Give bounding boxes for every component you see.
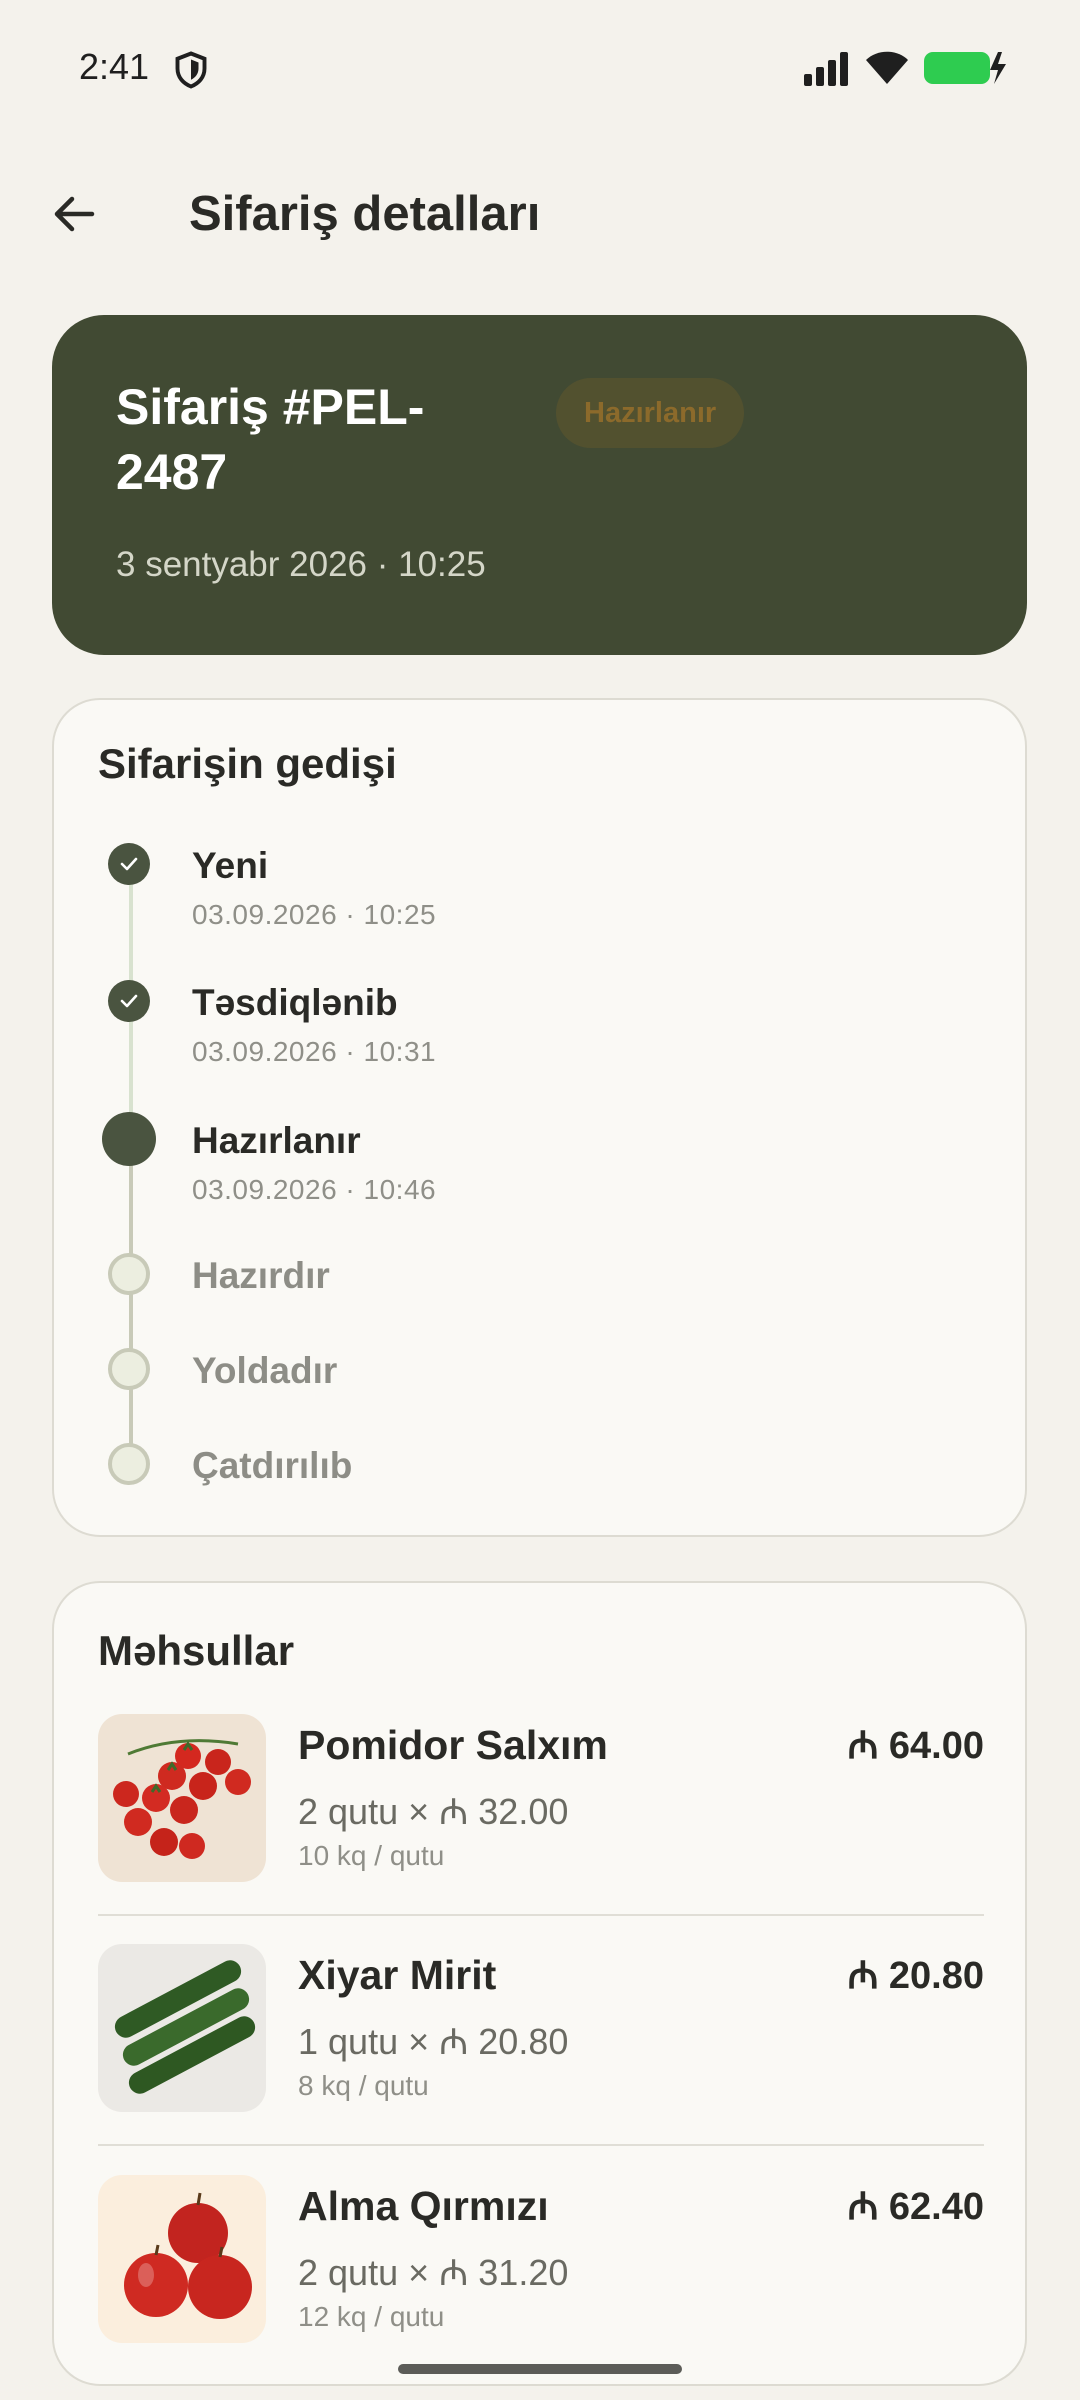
arrow-left-icon	[54, 196, 95, 232]
product-quantity: 2 qutu × ₼ 32.00	[298, 1791, 569, 1832]
status-badge: Hazırlanır	[556, 378, 745, 448]
product-price: ₼ 20.80	[847, 1955, 984, 1997]
status-time: 2:41	[79, 46, 150, 87]
tomato-image	[98, 1714, 266, 1882]
products-title: Məhsullar	[98, 1627, 295, 1674]
product-name: Xiyar Mirit	[298, 1952, 497, 1998]
order-date: 3 sentyabr 2026 · 10:25	[116, 545, 486, 584]
divider	[98, 1914, 984, 1916]
shield-icon	[175, 51, 207, 89]
cucumber-image	[98, 1944, 266, 2112]
check-icon	[108, 843, 150, 885]
product-unit: 12 kq / qutu	[298, 2301, 445, 2332]
product-price: ₼ 62.40	[847, 2186, 984, 2228]
timeline-line-pending	[129, 1165, 133, 1465]
product-price: ₼ 64.00	[847, 1725, 984, 1767]
product-quantity: 2 qutu × ₼ 31.20	[298, 2252, 569, 2293]
divider	[98, 2144, 984, 2146]
step-label: Yoldadır	[192, 1350, 338, 1391]
product-item[interactable]: Pomidor Salxım ₼ 64.00 2 qutu × ₼ 32.00 …	[98, 1714, 984, 1884]
product-name: Pomidor Salxım	[298, 1722, 608, 1768]
product-unit: 8 kq / qutu	[298, 2070, 429, 2101]
battery-charging-icon	[924, 52, 1006, 84]
check-icon	[108, 980, 150, 1022]
step-label: Təsdiqlənib	[192, 982, 398, 1023]
step-time: 03.09.2026 · 10:25	[192, 899, 437, 930]
step-label: Hazırdır	[192, 1255, 330, 1296]
progress-title: Sifarişin gedişi	[98, 740, 397, 787]
step-label: Çatdırılıb	[192, 1445, 353, 1486]
current-step-dot	[102, 1112, 156, 1166]
product-item[interactable]: Xiyar Mirit ₼ 20.80 1 qutu × ₼ 20.80 8 k…	[98, 1944, 984, 2114]
step-label: Hazırlanır	[192, 1120, 361, 1161]
product-unit: 10 kq / qutu	[298, 1840, 445, 1871]
order-number: Sifariş #PEL-2487	[116, 379, 425, 500]
wifi-icon	[866, 51, 908, 84]
step-label: Yeni	[192, 845, 269, 886]
pending-step-dot	[108, 1253, 150, 1295]
products-card: Məhsullar Pomidor Salxım ₼ 64.00 2 qutu …	[52, 1581, 1027, 2386]
status-bar: 2:41	[0, 0, 1080, 136]
pending-step-dot	[108, 1348, 150, 1390]
pending-step-dot	[108, 1443, 150, 1485]
app-bar: Sifariş detalları	[0, 160, 1080, 300]
signal-icon	[804, 52, 848, 86]
step-time: 03.09.2026 · 10:31	[192, 1036, 437, 1067]
product-quantity: 1 qutu × ₼ 20.80	[298, 2021, 569, 2062]
product-name: Alma Qırmızı	[298, 2183, 549, 2229]
page-title: Sifariş detalları	[189, 187, 541, 241]
order-progress-card: Sifarişin gedişi Yeni 03.09.2026 · 10:25…	[52, 698, 1027, 1537]
home-indicator[interactable]	[398, 2364, 682, 2374]
step-time: 03.09.2026 · 10:46	[192, 1174, 437, 1205]
back-button[interactable]	[40, 180, 108, 248]
apple-image	[98, 2175, 266, 2343]
order-header-card: Sifariş #PEL-2487 Hazırlanır 3 sentyabr …	[52, 315, 1027, 655]
product-item[interactable]: Alma Qırmızı ₼ 62.40 2 qutu × ₼ 31.20 12…	[98, 2175, 984, 2345]
